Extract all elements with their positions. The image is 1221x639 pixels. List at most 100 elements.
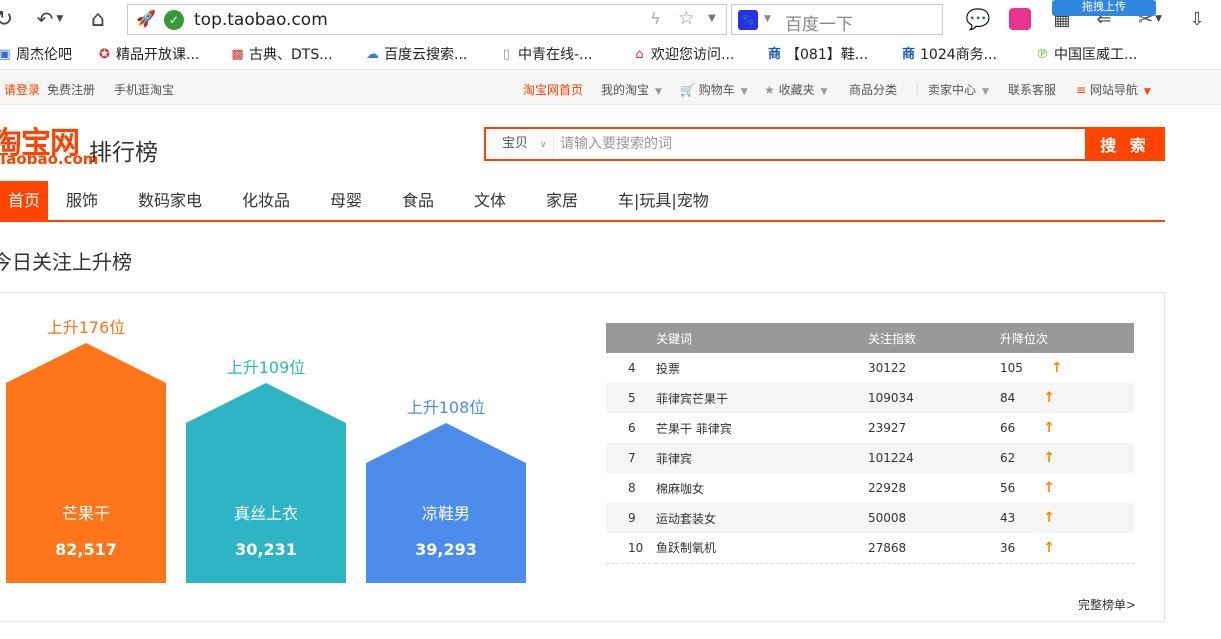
full-list-link[interactable]: 完整榜单> [1078,596,1136,613]
browser-search-box[interactable]: 🐾 ▼ 百度一下 [731,4,943,35]
document-icon: ▯ [502,46,511,62]
search-category-select[interactable]: 宝贝 ∨ [486,129,554,159]
house-icon: ⌂ [635,46,644,62]
nav-clothing[interactable]: 服饰 [66,181,98,220]
bar-value: 39,293 [415,540,477,559]
index-cell: 50008 [868,503,1000,533]
keyword-cell-text: 棉麻咖女 [656,481,705,496]
keyword-cell[interactable]: 运动套装女 [656,503,868,533]
index-cell: 22928 [868,473,1000,503]
change-header: 升降位次 [1000,323,1134,353]
customer-service-link[interactable]: 联系客服 [1008,81,1056,98]
star-icon[interactable]: ☆ [678,7,695,29]
download-icon[interactable]: ⇩ [1185,5,1209,33]
change-cell-text: 43 [1000,511,1016,525]
rank-cell: 9 [606,503,656,533]
nav-sports[interactable]: 文体 [474,181,506,220]
bookmark-item[interactable]: ▣ 周杰伦吧 [0,44,72,64]
change-cell: 36 ↑ [1000,533,1134,564]
bookmark-item[interactable]: ▩ 古典、DTS... [229,44,332,64]
bar-keyword: 真丝上衣 [233,504,298,523]
chat-bubble-icon[interactable]: 💬 [966,5,991,33]
bookmark-item[interactable]: ☁ 百度云搜索... [364,44,467,64]
converse-icon: ℗ [1036,46,1049,62]
nav-home[interactable]: 首页 [0,181,48,220]
index-cell: 30122 [868,353,1000,383]
keyword-cell[interactable]: 芒果干 菲律宾 [656,413,868,443]
table-header-row: 关键词 关注指数 升降位次 [606,323,1134,353]
ranking-table-body: 4 投票 30122 105 ↑ 5 菲律宾芒果干 109034 84 ↑ 6 芒果干 菲律宾 2392… [606,353,1134,564]
back-icon[interactable]: ↶ ▼ [30,5,70,33]
cart-menu[interactable]: 🛒 购物车 ▼ [680,81,748,98]
search-input[interactable] [556,129,1085,159]
site-nav-menu[interactable]: ≡ 网站导航 ▼ [1076,81,1151,98]
address-bar[interactable]: 🚀 ✓ top.taobao.com ϟ ☆ ▼ [127,4,727,35]
index-cell-text: 50008 [868,511,907,525]
register-link[interactable]: 免费注册 [47,81,95,98]
site-top-bar: 请登录 免费注册 手机逛淘宝 淘宝网首页 我的淘宝 ▼ 🛒 购物车 ▼ ★ 收藏夹 ▼… [0,71,1221,105]
my-taobao-menu[interactable]: 我的淘宝 ▼ [601,81,662,98]
table-row[interactable]: 5 菲律宾芒果干 109034 84 ↑ [606,383,1134,413]
index-cell-text: 101224 [868,451,914,465]
home-icon[interactable]: ⌂ [84,5,112,33]
top-rank-bar[interactable]: 芒果干 82,517 [6,343,166,583]
drag-upload-tip[interactable]: 拖拽上传 [1052,0,1156,16]
search-button[interactable]: 搜 索 [1085,127,1165,161]
bar-keyword: 凉鞋男 [421,504,470,523]
keyword-cell[interactable]: 菲律宾芒果干 [656,383,868,413]
change-cell: 84 ↑ [1000,383,1134,413]
extension-icon[interactable] [1007,5,1033,33]
chevron-down-icon[interactable]: ▼ [764,14,771,24]
chevron-down-icon[interactable]: ▼ [708,13,716,24]
rank-cell: 10 [606,533,656,564]
keyword-cell[interactable]: 投票 [656,353,868,383]
rank-cell-text: 5 [628,391,636,405]
change-cell: 66 ↑ [1000,413,1134,443]
bar-rise-label: 上升176位 [46,318,126,337]
bookmark-item[interactable]: ✪ 精品开放课... [96,44,199,64]
colorful-icon: ▩ [231,46,244,62]
favorites-menu[interactable]: ★ 收藏夹 ▼ [764,81,828,98]
nav-cosmetics[interactable]: 化妆品 [242,181,290,220]
nav-food[interactable]: 食品 [402,181,434,220]
bookmark-item[interactable]: ⌂ 欢迎您访问... [631,44,734,64]
taobao-home-link[interactable]: 淘宝网首页 [523,81,583,98]
bookmark-item[interactable]: 商 1024商务... [900,44,997,64]
bookmark-item[interactable]: 商【081】鞋... [766,44,868,64]
keyword-cell[interactable]: 棉麻咖女 [656,473,868,503]
keyword-header: 关键词 [656,323,868,353]
nav-baby[interactable]: 母婴 [330,181,362,220]
chevron-down-icon: ∨ [540,140,547,150]
bookmark-item[interactable]: ▯ 中青在线-... [498,44,592,64]
rank-cell-text: 8 [628,481,636,495]
nav-home-living[interactable]: 家居 [546,181,578,220]
keyword-cell[interactable]: 鱼跃制氧机 [656,533,868,564]
bookmark-item[interactable]: ℗ 中国匡威工... [1034,44,1137,64]
login-link[interactable]: 请登录 [4,81,40,98]
change-cell-text: 36 [1000,540,1016,555]
browser-search-placeholder: 百度一下 [785,15,853,35]
nav-car-toys-pets[interactable]: 车|玩具|宠物 [618,181,709,220]
lightning-icon[interactable]: ϟ [650,9,661,28]
rocket-icon: 🚀 [136,9,156,28]
top-rank-bar[interactable]: 凉鞋男 39,293 [366,423,526,583]
keyword-cell[interactable]: 菲律宾 [656,443,868,473]
table-row[interactable]: 9 运动套装女 50008 43 ↑ [606,503,1134,533]
seller-center-menu[interactable]: 卖家中心 ▼ [928,81,989,98]
bar-rise-label: 上升109位 [226,358,306,377]
top-rank-bar[interactable]: 真丝上衣 30,231 [186,383,346,583]
refresh-icon[interactable]: ↻ [0,5,14,33]
rank-cell: 6 [606,413,656,443]
baidu-paw-icon: 🐾 [738,10,758,30]
table-row[interactable]: 10 鱼跃制氧机 27868 36 ↑ [606,533,1134,564]
change-cell-text: 105 [1000,361,1023,375]
change-cell-text: 56 [1000,481,1016,495]
table-row[interactable]: 4 投票 30122 105 ↑ [606,353,1134,383]
mobile-link[interactable]: 手机逛淘宝 [114,81,174,98]
table-row[interactable]: 8 棉麻咖女 22928 56 ↑ [606,473,1134,503]
nav-electronics[interactable]: 数码家电 [138,181,202,220]
table-row[interactable]: 7 菲律宾 101224 62 ↑ [606,443,1134,473]
page-title: 排行榜 [89,140,158,166]
table-row[interactable]: 6 芒果干 菲律宾 23927 66 ↑ [606,413,1134,443]
categories-link[interactable]: 商品分类 [849,81,897,98]
